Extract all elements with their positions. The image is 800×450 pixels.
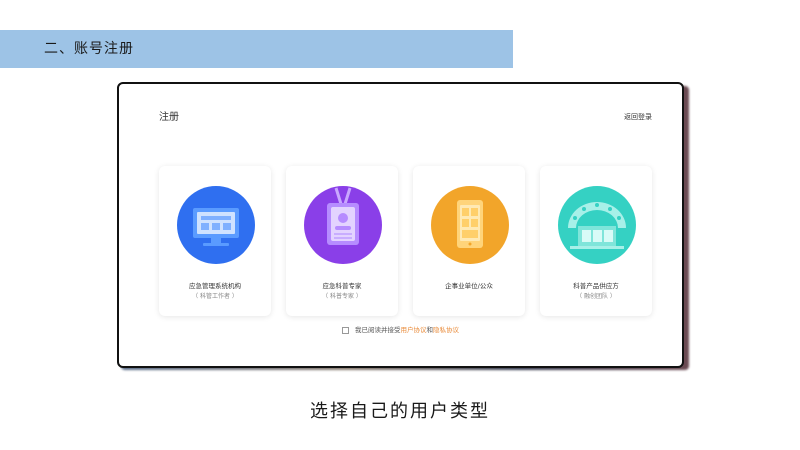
privacy-agreement-link[interactable]: 隐私协议: [433, 326, 459, 334]
back-to-login-link[interactable]: 返回登录: [624, 112, 652, 122]
card-label: 科普产品供应方: [573, 282, 619, 290]
card-enterprise-public[interactable]: 企事业单位/公众: [413, 166, 525, 316]
agreement-prefix: 我已阅读并接受: [355, 326, 401, 334]
card-product-supplier[interactable]: 科普产品供应方 （ 融创团队 ）: [540, 166, 652, 316]
monitor-icon: [177, 186, 255, 264]
card-sublabel: （ 科管工作者 ）: [192, 293, 238, 300]
card-label: 应急管理系统机构: [189, 282, 241, 290]
card-sublabel: （ 融创团队 ）: [576, 293, 616, 300]
card-sublabel: （ 科普专家 ）: [322, 293, 362, 300]
agreement-row: 我已阅读并接受用户协议和隐私协议: [119, 324, 682, 334]
mobile-phone-icon: [431, 186, 509, 264]
card-science-expert[interactable]: 应急科普专家 （ 科普专家 ）: [286, 166, 398, 316]
agreement-checkbox[interactable]: [342, 326, 349, 334]
section-title: 二、账号注册: [44, 41, 134, 57]
section-header-bar: 二、账号注册: [0, 30, 513, 68]
register-window: 注册 返回登录 应急管理系统机构 （ 科管工作者 ） 应急科普专家 （ 科普专家…: [117, 82, 684, 368]
register-title: 注册: [159, 112, 179, 123]
id-badge-icon: [304, 186, 382, 264]
card-label: 企事业单位/公众: [445, 282, 493, 290]
slide: 二、账号注册 注册 返回登录 应急管理系统机构 （ 科管工作者 ） 应急科普专家…: [0, 0, 800, 450]
slide-caption: 选择自己的用户类型: [310, 401, 490, 422]
card-management-institution[interactable]: 应急管理系统机构 （ 科管工作者 ）: [159, 166, 271, 316]
user-agreement-link[interactable]: 用户协议: [401, 326, 427, 334]
card-label: 应急科普专家: [322, 282, 362, 290]
storefront-icon: [558, 186, 636, 264]
